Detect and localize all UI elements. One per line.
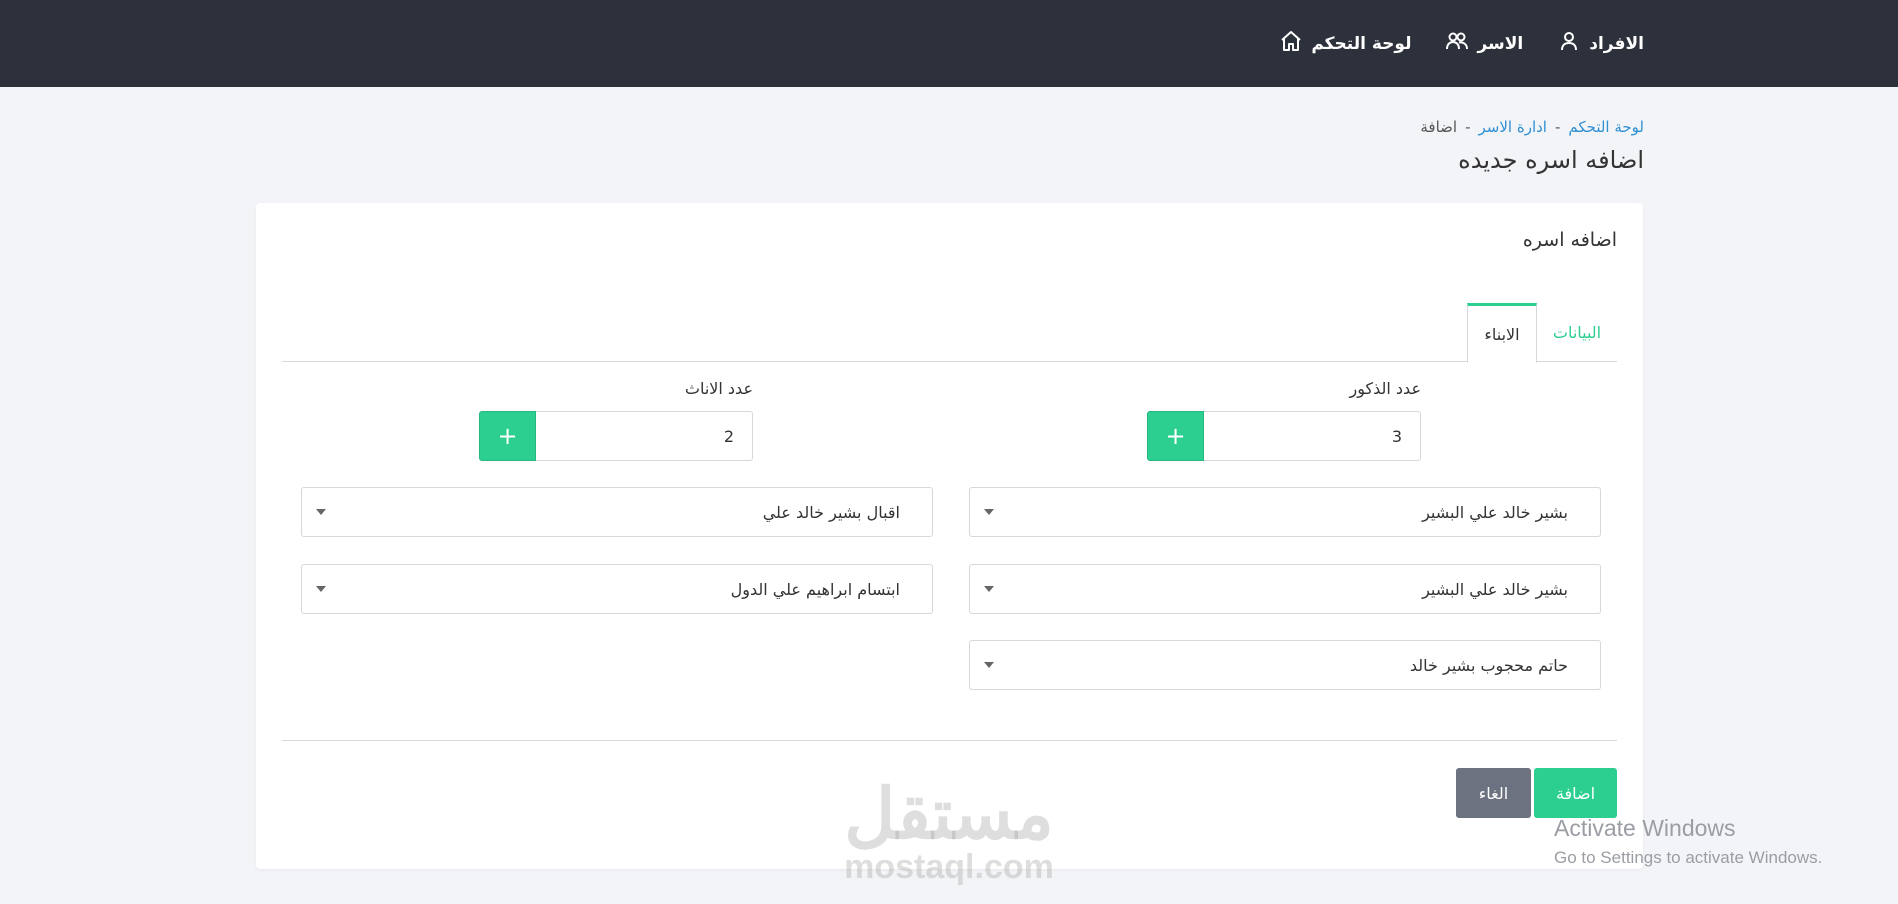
tab-children[interactable]: الابناء [1467, 303, 1537, 363]
users-icon [1445, 29, 1469, 58]
submit-add-button[interactable]: اضافة [1534, 768, 1617, 818]
top-navbar: لوحة التحكم الاسر الافراد [0, 0, 1898, 87]
nav-item-families[interactable]: الاسر [1445, 29, 1523, 58]
nav-item-dashboard[interactable]: لوحة التحكم [1279, 29, 1411, 58]
female-child-select-2[interactable]: ابتسام ابراهيم علي الدول [301, 564, 933, 614]
form-divider [282, 740, 1617, 741]
watermark: مستقل mostaql.com [834, 778, 1064, 884]
chevron-down-icon [984, 662, 994, 668]
chevron-down-icon [984, 509, 994, 515]
females-count-input[interactable] [536, 411, 753, 461]
chevron-down-icon [316, 509, 326, 515]
add-female-button[interactable]: + [479, 411, 536, 461]
watermark-arabic: مستقل [844, 775, 1054, 853]
activation-title: Activate Windows [1554, 815, 1736, 841]
main-nav: لوحة التحكم الاسر الافراد [1279, 0, 1644, 87]
females-count-label: عدد الاناث [684, 379, 753, 398]
tabs-bar: البيانات الابناء [282, 303, 1617, 363]
select-value: اقبال بشير خالد علي [762, 503, 900, 522]
male-child-select-2[interactable]: بشير خالد علي البشير [969, 564, 1601, 614]
females-counter: + [479, 411, 753, 461]
page-title: اضافه اسره جديده [1458, 146, 1644, 174]
nav-families-label: الاسر [1477, 33, 1524, 54]
select-value: بشير خالد علي البشير [1422, 580, 1568, 599]
select-value: ابتسام ابراهيم علي الدول [730, 580, 900, 599]
watermark-latin: mostaql.com [844, 848, 1054, 886]
breadcrumb-current: اضافة [1420, 118, 1458, 136]
female-child-select-1[interactable]: اقبال بشير خالد علي [301, 487, 933, 537]
male-child-select-3[interactable]: حاتم محجوب بشير خالد [969, 640, 1601, 690]
activation-subtitle: Go to Settings to activate Windows. [1554, 848, 1823, 867]
nav-members-label: الافراد [1589, 33, 1644, 54]
nav-item-members[interactable]: الافراد [1557, 29, 1644, 58]
breadcrumb: لوحة التحكم - ادارة الاسر - اضافة [1420, 118, 1644, 136]
windows-activation-notice: Activate Windows Go to Settings to activ… [1554, 815, 1822, 868]
males-counter: + [1147, 411, 1421, 461]
chevron-down-icon [316, 586, 326, 592]
breadcrumb-home[interactable]: لوحة التحكم [1568, 118, 1644, 136]
nav-dashboard-label: لوحة التحكم [1311, 33, 1412, 54]
breadcrumb-separator: - [1554, 118, 1561, 136]
males-count-label: عدد الذكور [1349, 379, 1421, 398]
card-title: اضافه اسره [1522, 229, 1617, 251]
select-value: بشير خالد علي البشير [1422, 503, 1568, 522]
user-icon [1557, 29, 1581, 58]
tab-data[interactable]: البيانات [1537, 303, 1617, 362]
add-male-button[interactable]: + [1147, 411, 1204, 461]
add-family-card: اضافه اسره البيانات الابناء عدد الذكور +… [256, 203, 1643, 869]
chevron-down-icon [984, 586, 994, 592]
breadcrumb-separator: - [1465, 118, 1471, 136]
select-value: حاتم محجوب بشير خالد [1409, 656, 1568, 675]
breadcrumb-families[interactable]: ادارة الاسر [1479, 118, 1547, 136]
home-icon [1279, 29, 1303, 58]
male-child-select-1[interactable]: بشير خالد علي البشير [969, 487, 1601, 537]
males-count-input[interactable] [1204, 411, 1421, 461]
cancel-button[interactable]: الغاء [1456, 768, 1531, 818]
